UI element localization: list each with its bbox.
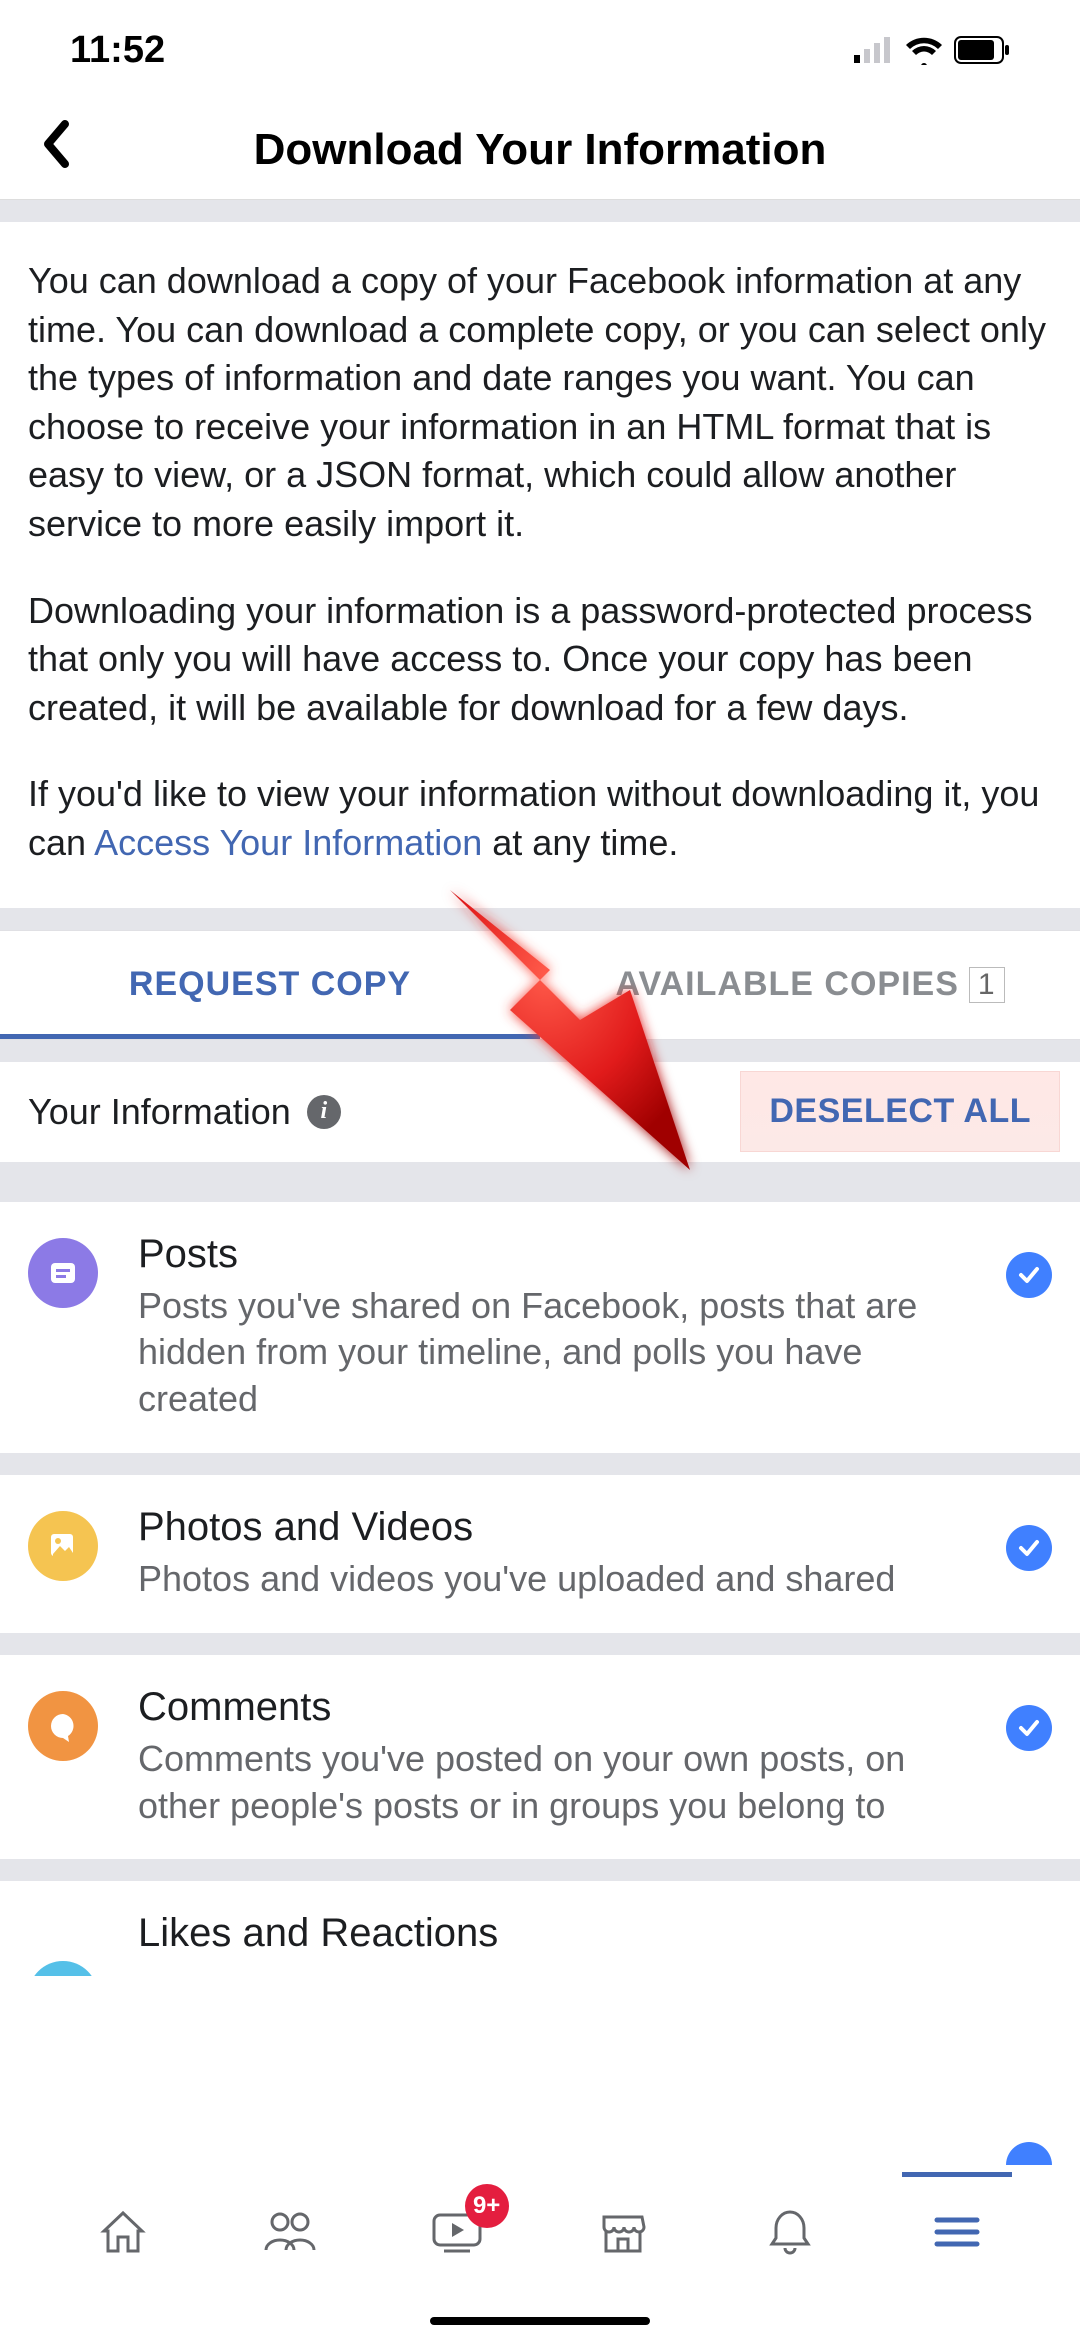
intro-paragraph-1: You can download a copy of your Facebook…: [28, 257, 1052, 549]
item-title: Comments: [138, 1685, 966, 1730]
divider: [0, 1859, 1080, 1881]
tab-request-copy[interactable]: REQUEST COPY: [0, 931, 540, 1039]
divider: [0, 908, 1080, 930]
list-item-likes[interactable]: Likes and Reactions: [0, 1881, 1080, 1976]
tab-available-copies[interactable]: AVAILABLE COPIES 1: [540, 931, 1080, 1039]
watch-badge: 9+: [465, 2184, 509, 2228]
access-information-link[interactable]: Access Your Information: [94, 822, 482, 863]
item-title: Likes and Reactions: [138, 1911, 1052, 1956]
divider: [0, 1633, 1080, 1655]
deselect-all-button[interactable]: DESELECT ALL: [740, 1071, 1060, 1152]
list-item-comments[interactable]: Comments Comments you've posted on your …: [0, 1655, 1080, 1860]
check-icon: [1006, 1705, 1052, 1751]
page-title: Download Your Information: [0, 125, 1080, 175]
home-indicator: [430, 2317, 650, 2325]
info-icon[interactable]: i: [307, 1095, 341, 1129]
divider: [0, 1040, 1080, 1062]
status-icons: [854, 35, 1010, 65]
item-desc: Comments you've posted on your own posts…: [138, 1736, 966, 1830]
page-header: Download Your Information: [0, 100, 1080, 200]
wifi-icon: [904, 35, 944, 65]
intro-paragraph-3: If you'd like to view your information w…: [28, 770, 1052, 867]
item-desc: Photos and videos you've uploaded and sh…: [138, 1556, 966, 1603]
nav-menu[interactable]: [917, 2192, 997, 2272]
bottom-nav: 9+: [0, 2167, 1080, 2297]
available-copies-count: 1: [969, 967, 1005, 1003]
intro-paragraph-2: Downloading your information is a passwo…: [28, 587, 1052, 733]
nav-notifications[interactable]: [750, 2192, 830, 2272]
posts-icon: [28, 1238, 98, 1308]
nav-watch[interactable]: 9+: [417, 2192, 497, 2272]
back-button[interactable]: [40, 117, 70, 182]
nav-marketplace[interactable]: [583, 2192, 663, 2272]
your-information-header: Your Information i DESELECT ALL: [0, 1062, 1080, 1162]
nav-home[interactable]: [83, 2192, 163, 2272]
list-item-photos[interactable]: Photos and Videos Photos and videos you'…: [0, 1475, 1080, 1633]
tabs: REQUEST COPY AVAILABLE COPIES 1: [0, 930, 1080, 1040]
battery-icon: [954, 36, 1010, 64]
item-title: Posts: [138, 1232, 966, 1277]
list-item-posts[interactable]: Posts Posts you've shared on Facebook, p…: [0, 1202, 1080, 1453]
photos-icon: [28, 1511, 98, 1581]
intro-text: You can download a copy of your Facebook…: [0, 222, 1080, 908]
divider: [0, 1453, 1080, 1475]
cell-signal-icon: [854, 37, 894, 63]
divider: [0, 1162, 1080, 1184]
check-icon: [1006, 1252, 1052, 1298]
status-time: 11:52: [70, 29, 165, 72]
likes-icon: [28, 1961, 98, 1976]
comments-icon: [28, 1691, 98, 1761]
item-desc: Posts you've shared on Facebook, posts t…: [138, 1283, 966, 1423]
item-title: Photos and Videos: [138, 1505, 966, 1550]
check-icon: [1006, 1525, 1052, 1571]
divider: [0, 200, 1080, 222]
status-bar: 11:52: [0, 0, 1080, 100]
check-icon: [1006, 2142, 1052, 2165]
nav-friends[interactable]: [250, 2192, 330, 2272]
section-title: Your Information: [28, 1091, 291, 1133]
